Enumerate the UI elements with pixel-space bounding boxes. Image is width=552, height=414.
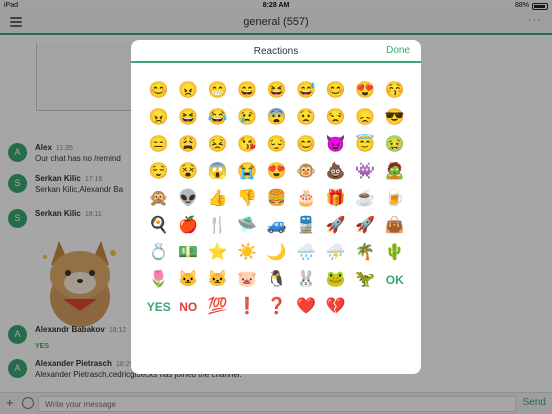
reaction-emoji[interactable]: 💯 [203,293,233,320]
reaction-emoji[interactable]: 🧟 [380,158,410,185]
reaction-emoji[interactable]: NO [174,293,204,320]
reaction-emoji[interactable]: 😇 [351,131,381,158]
reaction-emoji[interactable]: 😍 [262,158,292,185]
reaction-emoji[interactable]: 🍳 [144,212,174,239]
reaction-emoji[interactable]: ☕ [351,185,381,212]
reaction-emoji[interactable]: 👍 [203,185,233,212]
modal-header: Reactions Done [131,40,421,63]
reaction-emoji[interactable]: 👎 [233,185,263,212]
reaction-emoji[interactable]: 😭 [233,158,263,185]
reaction-emoji[interactable]: 🌙 [262,239,292,266]
reaction-emoji[interactable]: 😍 [351,77,381,104]
reaction-emoji[interactable]: 🐸 [321,266,351,293]
reaction-emoji[interactable]: 🌧️ [292,239,322,266]
reaction-emoji[interactable]: 😚 [380,77,410,104]
reaction-emoji[interactable]: 🌴 [351,239,381,266]
reaction-emoji[interactable]: YES [144,293,174,320]
reaction-emoji[interactable]: 😎 [380,104,410,131]
reaction-emoji[interactable]: 🐷 [233,266,263,293]
reaction-emoji[interactable]: 😵 [174,158,204,185]
reaction-emoji[interactable]: 😈 [321,131,351,158]
reaction-emoji[interactable]: 🐱 [203,266,233,293]
reaction-emoji[interactable]: 🐰 [292,266,322,293]
reaction-emoji[interactable]: 🎂 [292,185,322,212]
reaction-emoji[interactable]: 🚆 [292,212,322,239]
reaction-emoji[interactable]: 🛸 [233,212,263,239]
reaction-emoji[interactable]: 😄 [233,77,263,104]
reaction-emoji[interactable]: 😌 [144,158,174,185]
reaction-emoji[interactable]: 🌷 [144,266,174,293]
reaction-emoji[interactable]: 🍺 [380,185,410,212]
reaction-emoji[interactable]: 🍴 [203,212,233,239]
reaction-emoji[interactable]: 😊 [292,131,322,158]
reaction-emoji[interactable]: 🚀 [351,212,381,239]
reaction-emoji[interactable]: 😣 [203,131,233,158]
reaction-emoji[interactable]: 💔 [321,293,351,320]
reaction-emoji[interactable]: 👾 [351,158,381,185]
reaction-emoji[interactable]: ☀️ [233,239,263,266]
reaction-emoji[interactable]: OK [380,266,410,293]
reaction-emoji[interactable]: ❓ [262,293,292,320]
reaction-emoji[interactable]: 🚙 [262,212,292,239]
reaction-emoji[interactable]: 🦖 [351,266,381,293]
app-screen: iPad 8:28 AM 88% general (557) ··· A Ale… [0,0,552,414]
reaction-emoji[interactable]: 🍔 [262,185,292,212]
reaction-emoji[interactable]: 😞 [351,104,381,131]
reaction-emoji[interactable]: ❤️ [292,293,322,320]
reaction-emoji[interactable]: 😆 [174,104,204,131]
reaction-emoji[interactable]: 😊 [321,77,351,104]
reaction-emoji[interactable]: 😂 [203,104,233,131]
reaction-emoji[interactable]: 🍎 [174,212,204,239]
reaction-emoji[interactable]: 😁 [203,77,233,104]
reaction-emoji[interactable]: 🚀 [321,212,351,239]
reaction-emoji[interactable]: 😊 [144,77,174,104]
modal-title: Reactions [253,46,299,57]
done-button[interactable]: Done [386,45,410,56]
reaction-emoji[interactable]: 😅 [292,77,322,104]
reaction-emoji[interactable]: 😆 [262,77,292,104]
reaction-emoji[interactable]: 😢 [233,104,263,131]
reaction-emoji[interactable]: 😑 [144,131,174,158]
reaction-emoji[interactable]: 💩 [321,158,351,185]
reaction-emoji[interactable]: 😠 [174,77,204,104]
reaction-emoji[interactable]: ⭐ [203,239,233,266]
reaction-emoji[interactable]: 👜 [380,212,410,239]
reaction-emoji[interactable]: ❗ [233,293,263,320]
reaction-emoji[interactable]: 💍 [144,239,174,266]
reactions-modal: Reactions Done 😊 😠 😁 😄 😆 😅 😊 😍 😚 😠 😆 😂 😢 😨 😟 😒 😞 😎 😑 😩 😣 😘 😔 😊 😈… [131,40,421,374]
reaction-emoji[interactable]: 💵 [174,239,204,266]
reaction-emoji[interactable]: 🌵 [380,239,410,266]
emoji-grid: 😊 😠 😁 😄 😆 😅 😊 😍 😚 😠 😆 😂 😢 😨 😟 😒 😞 😎 😑 😩 😣 😘 😔 😊 😈 😇 🤢 😌 😵 😱 😭 😍 🐵 💩 👾 🧟 🙊 👽 👍 👎… [144,77,410,320]
reaction-emoji[interactable]: 😠 [144,104,174,131]
reaction-emoji[interactable]: 🤢 [380,131,410,158]
reaction-emoji[interactable]: 😒 [321,104,351,131]
reaction-emoji[interactable]: 🐧 [262,266,292,293]
reaction-emoji[interactable]: 🐵 [292,158,322,185]
reaction-emoji[interactable]: 😔 [262,131,292,158]
reaction-emoji[interactable]: 😘 [233,131,263,158]
reaction-emoji[interactable]: 🎁 [321,185,351,212]
reaction-emoji[interactable]: 😱 [203,158,233,185]
reaction-emoji[interactable]: 😩 [174,131,204,158]
reaction-emoji[interactable]: 👽 [174,185,204,212]
reaction-emoji[interactable]: 😟 [292,104,322,131]
reaction-emoji[interactable]: ⛈️ [321,239,351,266]
reaction-emoji[interactable]: 😨 [262,104,292,131]
reaction-emoji[interactable]: 🐱 [174,266,204,293]
reaction-emoji[interactable]: 🙊 [144,185,174,212]
